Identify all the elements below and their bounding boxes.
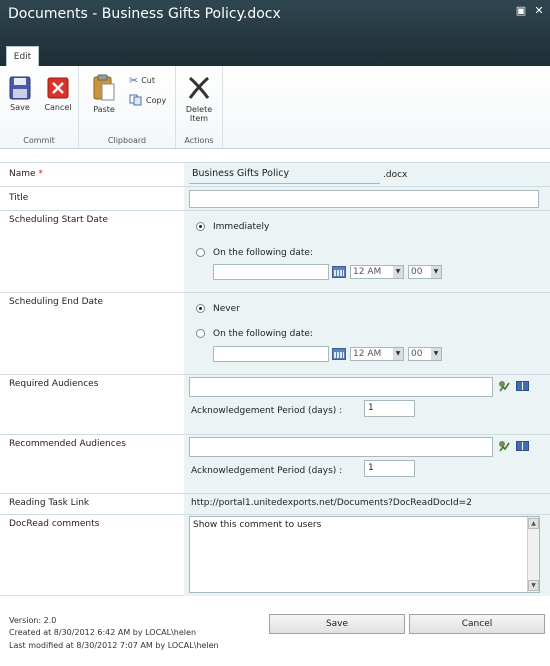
end-hour-value: 12 AM	[353, 349, 382, 359]
row-scheduling-start: Scheduling Start Date Immediately On the…	[0, 210, 550, 292]
required-audiences-label: Required Audiences	[9, 379, 99, 389]
start-calendar-icon[interactable]	[332, 266, 346, 278]
delete-item-button[interactable]: Delete Item	[182, 74, 216, 123]
paste-label: Paste	[93, 105, 115, 114]
ribbon-group-clipboard: Paste ✂ Cut Copy Clipboard	[79, 66, 176, 148]
chevron-down-icon: ▼	[393, 348, 403, 360]
end-calendar-icon[interactable]	[332, 348, 346, 360]
required-audiences-input[interactable]	[189, 377, 493, 397]
footer-cancel-button[interactable]: Cancel	[409, 614, 545, 634]
ribbon-group-actions: Delete Item Actions	[176, 66, 223, 148]
docread-comments-textarea[interactable]: Show this comment to users ▲ ▼	[189, 516, 540, 593]
chevron-down-icon: ▼	[393, 266, 403, 278]
row-reading-task-link: Reading Task Link http://portal1.unitede…	[0, 493, 550, 514]
chevron-down-icon: ▼	[431, 348, 441, 360]
cut-icon: ✂	[129, 74, 139, 87]
name-extension: .docx	[383, 170, 408, 180]
start-on-date-label: On the following date:	[213, 248, 313, 258]
cancel-button[interactable]: Cancel	[42, 76, 74, 112]
address-book-icon[interactable]	[516, 441, 529, 451]
ribbon-group-label-actions: Actions	[184, 136, 214, 145]
start-on-date-radio[interactable]	[196, 248, 205, 257]
recommended-ack-label: Acknowledgement Period (days) :	[191, 466, 343, 476]
cancel-icon	[47, 77, 69, 99]
save-button[interactable]: Save	[6, 76, 34, 112]
ribbon: Save Cancel Commit Paste ✂ Cut Copy Clip…	[0, 66, 550, 149]
paste-button[interactable]: Paste	[89, 74, 119, 114]
name-label-text: Name	[9, 169, 36, 179]
paste-icon	[93, 74, 115, 101]
name-label: Name *	[9, 169, 43, 179]
name-input[interactable]: Business Gifts Policy	[189, 166, 380, 184]
ribbon-group-commit: Save Cancel Commit	[0, 66, 79, 148]
recommended-audiences-input[interactable]	[189, 437, 493, 457]
cut-button[interactable]: ✂ Cut	[129, 74, 155, 87]
copy-label: Copy	[146, 95, 167, 105]
end-on-date-radio[interactable]	[196, 329, 205, 338]
save-label: Save	[10, 103, 30, 112]
start-date-input[interactable]	[213, 264, 329, 280]
start-minute-value: 00	[411, 267, 423, 277]
scroll-down-icon[interactable]: ▼	[528, 580, 539, 591]
recommended-audiences-label: Recommended Audiences	[9, 439, 126, 449]
end-on-date-label: On the following date:	[213, 329, 313, 339]
delete-label-line1: Delete	[185, 105, 213, 114]
start-hour-value: 12 AM	[353, 267, 382, 277]
row-recommended-audiences: Recommended Audiences Acknowledgement Pe…	[0, 434, 550, 493]
row-required-audiences: Required Audiences Acknowledgement Perio…	[0, 374, 550, 434]
row-scheduling-end: Scheduling End Date Never On the followi…	[0, 292, 550, 374]
cancel-label: Cancel	[44, 103, 72, 112]
cut-label: Cut	[141, 76, 156, 85]
copy-button[interactable]: Copy	[129, 94, 166, 106]
scheduling-start-label: Scheduling Start Date	[9, 215, 108, 225]
docread-comments-label: DocRead comments	[9, 519, 100, 529]
modified-text: Last modified at 8/30/2012 7:07 AM by LO…	[9, 641, 219, 650]
scheduling-end-label: Scheduling End Date	[9, 297, 104, 307]
check-names-icon[interactable]	[498, 380, 510, 392]
required-ack-label: Acknowledgement Period (days) :	[191, 406, 343, 416]
recommended-ack-input[interactable]: 1	[364, 460, 415, 477]
check-names-icon[interactable]	[498, 440, 510, 452]
window-title: Documents - Business Gifts Policy.docx	[8, 6, 281, 22]
address-book-icon[interactable]	[516, 381, 529, 391]
save-icon	[9, 76, 31, 100]
end-date-input[interactable]	[213, 346, 329, 362]
end-minute-select[interactable]: 00 ▼	[408, 347, 442, 361]
required-ack-input[interactable]: 1	[364, 400, 415, 417]
row-title: Title	[0, 186, 550, 210]
required-marker: *	[38, 169, 43, 179]
reading-task-link-label: Reading Task Link	[9, 498, 90, 508]
start-minute-select[interactable]: 00 ▼	[408, 265, 442, 279]
end-never-label: Never	[213, 304, 240, 314]
end-never-radio[interactable]	[196, 304, 205, 313]
row-docread-comments: DocRead comments Show this comment to us…	[0, 514, 550, 596]
scroll-up-icon[interactable]: ▲	[528, 518, 539, 529]
start-hour-select[interactable]: 12 AM ▼	[350, 265, 404, 279]
created-text: Created at 8/30/2012 6:42 AM by LOCAL\he…	[9, 628, 197, 637]
delete-label-line2: Item	[189, 114, 209, 123]
reading-task-link-value: http://portal1.unitedexports.net/Documen…	[191, 498, 472, 508]
end-hour-select[interactable]: 12 AM ▼	[350, 347, 404, 361]
ribbon-group-label-commit: Commit	[23, 136, 55, 145]
ribbon-group-label-clipboard: Clipboard	[107, 136, 147, 145]
maximize-icon[interactable]: ▣	[514, 4, 528, 18]
docread-comments-text: Show this comment to users	[193, 520, 322, 530]
footer-save-button[interactable]: Save	[269, 614, 405, 634]
version-text: Version: 2.0	[9, 616, 57, 625]
row-name: Name * Business Gifts Policy .docx	[0, 162, 550, 186]
start-immediately-radio[interactable]	[196, 222, 205, 231]
delete-icon	[188, 76, 210, 99]
chevron-down-icon: ▼	[431, 266, 441, 278]
copy-icon	[129, 94, 142, 106]
textarea-scrollbar[interactable]: ▲ ▼	[527, 517, 539, 592]
title-label: Title	[9, 193, 29, 203]
end-minute-value: 00	[411, 349, 423, 359]
tab-edit[interactable]: Edit	[6, 46, 39, 67]
window-titlebar: Documents - Business Gifts Policy.docx ▣…	[0, 0, 550, 67]
title-input[interactable]	[189, 190, 539, 208]
start-immediately-label: Immediately	[213, 222, 270, 232]
close-icon[interactable]: ✕	[532, 4, 546, 18]
